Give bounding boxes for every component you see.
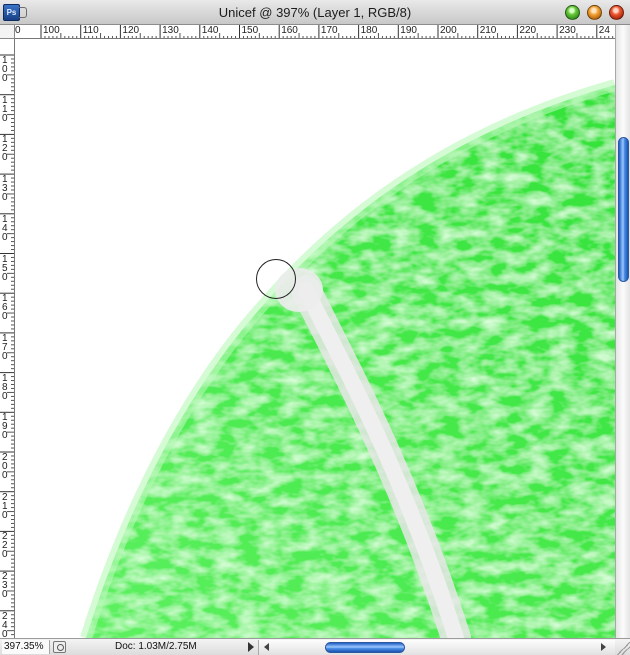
ruler-label: 170	[2, 332, 8, 362]
status-menu-arrow-icon[interactable]	[248, 642, 254, 652]
brush-cursor	[256, 259, 296, 299]
ruler-label: 150	[2, 253, 8, 283]
ruler-label: 170	[320, 25, 338, 36]
ruler-label: 130	[162, 25, 179, 36]
ruler-label: 220	[519, 25, 537, 36]
ruler-label: 100	[43, 25, 60, 36]
horizontal-scrollbar[interactable]	[258, 640, 615, 655]
ruler-label: 190	[400, 25, 417, 36]
ruler-label: 100	[2, 55, 8, 84]
ruler-label: 210	[2, 491, 8, 521]
ruler-label: 110	[82, 25, 99, 36]
ruler-label: 120	[122, 25, 140, 36]
ruler-label: 200	[440, 25, 457, 36]
zoom-level-field[interactable]: 397.35%	[2, 640, 50, 654]
document-canvas[interactable]	[16, 40, 615, 638]
ruler-label: 140	[2, 213, 8, 243]
ruler-label: 140	[201, 25, 219, 36]
scroll-right-arrow-icon[interactable]	[601, 643, 606, 651]
ruler-label: 180	[360, 25, 378, 36]
horizontal-ruler[interactable]: 0 100 110 120 130 140 150 160 170 180 190 200 210 22…	[15, 25, 615, 39]
ruler-label: 120	[2, 134, 8, 164]
ruler-label: 230	[2, 571, 8, 601]
status-info-icon[interactable]	[53, 641, 66, 653]
ruler-label: 220	[2, 531, 8, 561]
ruler-label: 210	[479, 25, 497, 36]
ruler-label: 190	[2, 412, 8, 442]
ruler-label: 150	[241, 25, 259, 36]
ruler-label: 110	[2, 94, 8, 124]
ruler-label: 160	[281, 25, 298, 36]
zoom-button[interactable]	[565, 5, 580, 20]
vertical-scrollbar[interactable]	[615, 25, 630, 638]
ruler-label: 240	[2, 610, 8, 638]
scroll-left-arrow-icon[interactable]	[264, 643, 269, 651]
green-circle-artwork	[80, 79, 615, 638]
horizontal-scroll-thumb[interactable]	[325, 642, 405, 653]
ruler-origin[interactable]	[0, 25, 15, 39]
document-size-info: Doc: 1.03M/2.75M	[115, 641, 197, 652]
ruler-label: 180	[2, 372, 8, 402]
ruler-label: 160	[2, 293, 8, 323]
ruler-label: 24	[598, 25, 610, 36]
resize-grip[interactable]	[615, 640, 630, 655]
vertical-scroll-thumb[interactable]	[618, 137, 629, 282]
status-bar: 397.35% Doc: 1.03M/2.75M	[0, 638, 630, 655]
title-bar[interactable]: Ps Unicef @ 397% (Layer 1, RGB/8)	[0, 0, 630, 25]
ruler-label: 230	[559, 25, 576, 36]
ruler-label: 200	[2, 452, 8, 481]
ruler-label: 130	[2, 174, 8, 204]
window-title: Unicef @ 397% (Layer 1, RGB/8)	[218, 5, 412, 20]
ruler-label: 0	[15, 25, 21, 36]
minimize-button[interactable]	[587, 5, 602, 20]
close-button[interactable]	[609, 5, 624, 20]
vertical-ruler[interactable]: 100 110 120 130 140 150 160 170 180 190 200 210 220 2…	[0, 39, 15, 638]
